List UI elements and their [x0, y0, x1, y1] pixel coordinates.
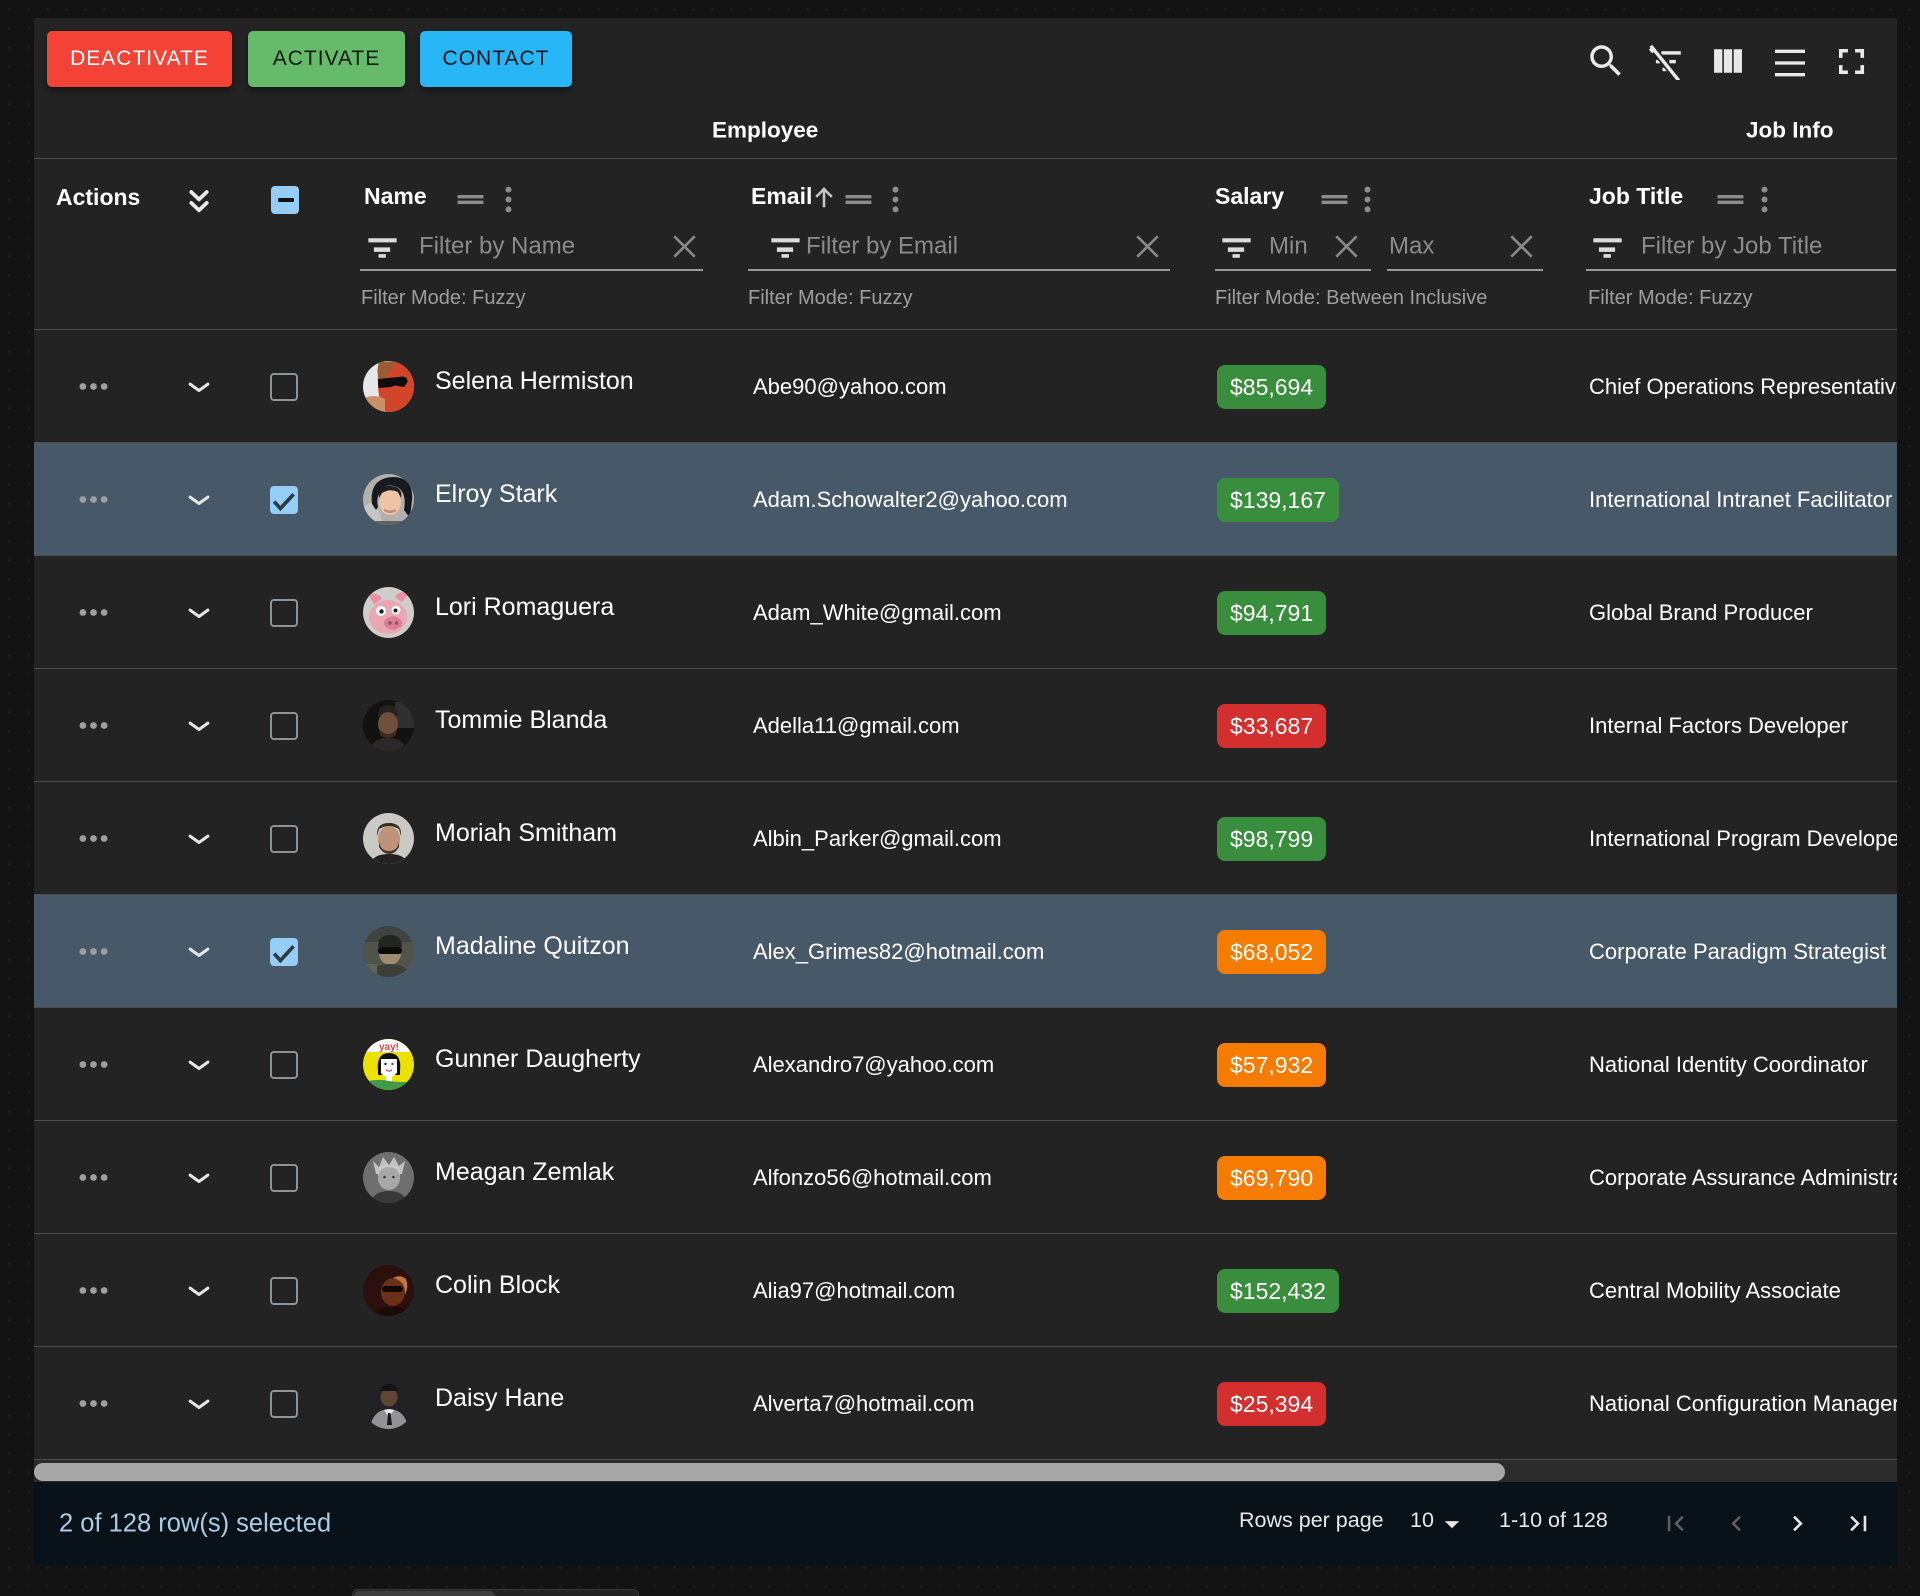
svg-text:yay!: yay!	[379, 1042, 399, 1053]
